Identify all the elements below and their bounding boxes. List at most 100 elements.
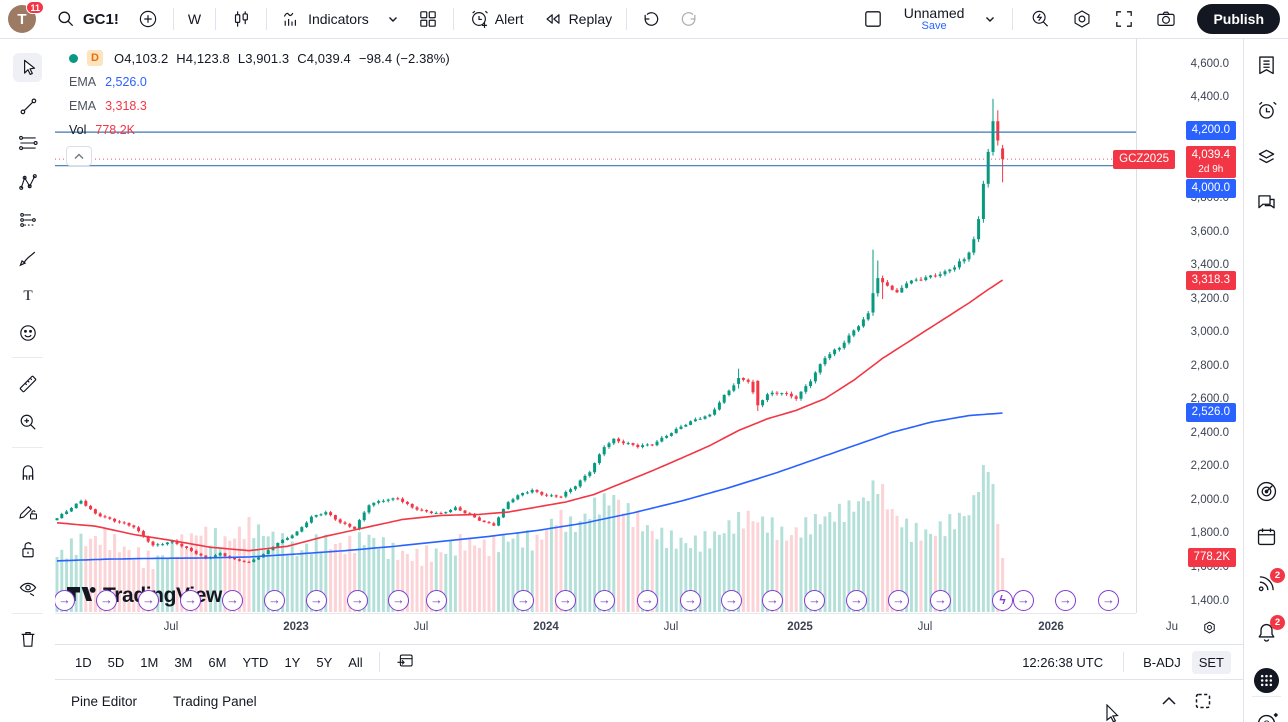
chart-canvas[interactable]: D O4,103.2 H4,123.8 L3,901.3 C4,039.4 −9… xyxy=(55,39,1136,613)
remove-drawings-button[interactable] xyxy=(13,624,42,653)
contract-rollover-marker[interactable]: → xyxy=(264,590,285,611)
contract-rollover-marker[interactable]: → xyxy=(721,590,742,611)
contract-bolt-marker[interactable]: ϟ xyxy=(992,590,1013,611)
grid-templates-button[interactable] xyxy=(409,4,447,34)
snapshot-button[interactable] xyxy=(1147,4,1185,34)
contract-rollover-marker[interactable]: → xyxy=(804,590,825,611)
drawing-lock-mode-button[interactable] xyxy=(13,496,42,525)
contract-rollover-marker[interactable]: → xyxy=(426,590,447,611)
save-label[interactable]: Save xyxy=(922,21,947,33)
hotlist-target-button[interactable] xyxy=(1252,477,1281,506)
calendar-button[interactable] xyxy=(1252,522,1281,551)
panel-maximize-icon[interactable] xyxy=(1195,693,1211,709)
help-button[interactable]: ? xyxy=(1252,709,1281,722)
contract-rollover-marker[interactable]: → xyxy=(180,590,201,611)
contract-rollover-marker[interactable]: → xyxy=(138,590,159,611)
range-button-ytd[interactable]: YTD xyxy=(234,651,276,674)
contract-rollover-marker[interactable]: → xyxy=(846,590,867,611)
alert-button[interactable]: Alert xyxy=(460,4,532,34)
brush-tool-button[interactable] xyxy=(13,243,42,272)
cursor-tool-button[interactable] xyxy=(13,53,42,82)
legend-ema-fast-row[interactable]: EMA 3,318.3 xyxy=(64,98,450,114)
zoom-in-tool-button[interactable] xyxy=(13,407,42,436)
price-axis-badge-level[interactable]: 4,000.0 xyxy=(1186,179,1236,198)
price-axis-badge-price[interactable]: 4,039.42d 9h xyxy=(1186,146,1236,178)
price-axis-badge-volume[interactable]: 778.2K xyxy=(1188,548,1236,567)
contract-rollover-marker[interactable]: → xyxy=(680,590,701,611)
price-axis-badge-contract[interactable]: GCZ2025 xyxy=(1113,150,1175,169)
range-button-6m[interactable]: 6M xyxy=(200,651,234,674)
range-button-5d[interactable]: 5D xyxy=(100,651,133,674)
range-button-all[interactable]: All xyxy=(340,651,370,674)
contract-rollover-marker[interactable]: → xyxy=(513,590,534,611)
tab-trading-panel[interactable]: Trading Panel xyxy=(173,688,257,715)
undo-button[interactable] xyxy=(633,5,669,33)
measure-tool-button[interactable] xyxy=(13,369,42,398)
layout-select-button[interactable] xyxy=(854,4,892,34)
contract-rollover-marker[interactable]: → xyxy=(55,590,75,611)
time-axis[interactable]: Jul2023Jul2024Jul2025Jul2026Ju xyxy=(55,613,1136,644)
pattern-tool-button[interactable] xyxy=(13,167,42,196)
range-button-3m[interactable]: 3M xyxy=(166,651,200,674)
chat-button[interactable] xyxy=(1252,188,1281,217)
text-tool-button[interactable]: T xyxy=(13,280,42,309)
panel-collapse-chevron-icon[interactable] xyxy=(1161,696,1177,706)
goto-date-button[interactable] xyxy=(388,647,423,677)
delayed-data-badge[interactable]: D xyxy=(87,50,103,66)
range-button-1y[interactable]: 1Y xyxy=(276,651,308,674)
publish-button[interactable]: Publish xyxy=(1197,4,1280,34)
alerts-panel-button[interactable] xyxy=(1252,96,1281,125)
contract-rollover-marker[interactable]: → xyxy=(555,590,576,611)
axis-settings-gear-icon[interactable] xyxy=(1202,620,1217,635)
redo-button[interactable] xyxy=(671,5,707,33)
contract-rollover-marker[interactable]: → xyxy=(888,590,909,611)
range-button-1m[interactable]: 1M xyxy=(132,651,166,674)
price-axis[interactable]: 4,600.04,400.03,800.03,600.03,400.03,200… xyxy=(1136,39,1243,613)
contract-rollover-marker[interactable]: → xyxy=(222,590,243,611)
contract-rollover-marker[interactable]: → xyxy=(637,590,658,611)
fib-retracement-tool-button[interactable] xyxy=(13,128,42,157)
legend-ema-slow-row[interactable]: EMA 2,526.0 xyxy=(64,74,450,90)
layout-name-button[interactable]: Unnamed Save xyxy=(896,2,973,36)
interval-button[interactable]: W xyxy=(180,7,209,31)
apps-grid-button[interactable] xyxy=(1252,666,1281,695)
contract-rollover-marker[interactable]: → xyxy=(1098,590,1119,611)
layout-chevron[interactable] xyxy=(976,9,1004,29)
compare-add-button[interactable] xyxy=(129,4,167,34)
legend-volume-row[interactable]: Vol 778.2K xyxy=(64,122,450,138)
indicator-templates-chevron[interactable] xyxy=(379,9,407,29)
clock-utc[interactable]: 12:26:38 UTC xyxy=(1022,655,1111,670)
symbol-search-button[interactable]: GC1! xyxy=(48,5,127,33)
lock-all-drawings-button[interactable] xyxy=(13,535,42,564)
contract-rollover-marker[interactable]: → xyxy=(1055,590,1076,611)
contract-rollover-marker[interactable]: → xyxy=(347,590,368,611)
contract-rollover-marker[interactable]: → xyxy=(762,590,783,611)
price-axis-badge-ema[interactable]: 2,526.0 xyxy=(1186,403,1236,422)
contract-rollover-marker[interactable]: → xyxy=(96,590,117,611)
fullscreen-button[interactable] xyxy=(1105,4,1143,34)
user-avatar[interactable]: T 11 xyxy=(8,5,36,33)
back-adjust-button[interactable]: B-ADJ xyxy=(1136,651,1188,674)
settings-button[interactable] xyxy=(1063,4,1101,34)
price-axis-badge-ema[interactable]: 3,318.3 xyxy=(1186,271,1236,290)
tab-pine-editor[interactable]: Pine Editor xyxy=(71,688,137,715)
contract-rollover-marker[interactable]: → xyxy=(594,590,615,611)
range-button-1d[interactable]: 1D xyxy=(67,651,100,674)
chart-style-button[interactable] xyxy=(222,4,260,34)
indicators-button[interactable]: Indicators xyxy=(273,4,377,34)
forecast-tool-button[interactable] xyxy=(13,205,42,234)
emoji-tool-button[interactable] xyxy=(13,318,42,347)
hide-drawings-button[interactable] xyxy=(13,573,42,602)
replay-button[interactable]: Replay xyxy=(534,4,621,34)
quick-search-button[interactable] xyxy=(1021,4,1059,34)
contract-rollover-marker[interactable]: → xyxy=(1013,590,1034,611)
object-tree-button[interactable] xyxy=(1252,142,1281,171)
contract-rollover-marker[interactable]: → xyxy=(388,590,409,611)
trend-line-tool-button[interactable] xyxy=(13,91,42,120)
price-axis-badge-level[interactable]: 4,200.0 xyxy=(1186,121,1236,140)
magnet-tool-button[interactable] xyxy=(13,458,42,487)
legend-collapse-button[interactable] xyxy=(66,146,92,166)
range-button-5y[interactable]: 5Y xyxy=(308,651,340,674)
session-settlement-button[interactable]: SET xyxy=(1192,651,1231,674)
legend-symbol-row[interactable]: D O4,103.2 H4,123.8 L3,901.3 C4,039.4 −9… xyxy=(64,50,450,66)
